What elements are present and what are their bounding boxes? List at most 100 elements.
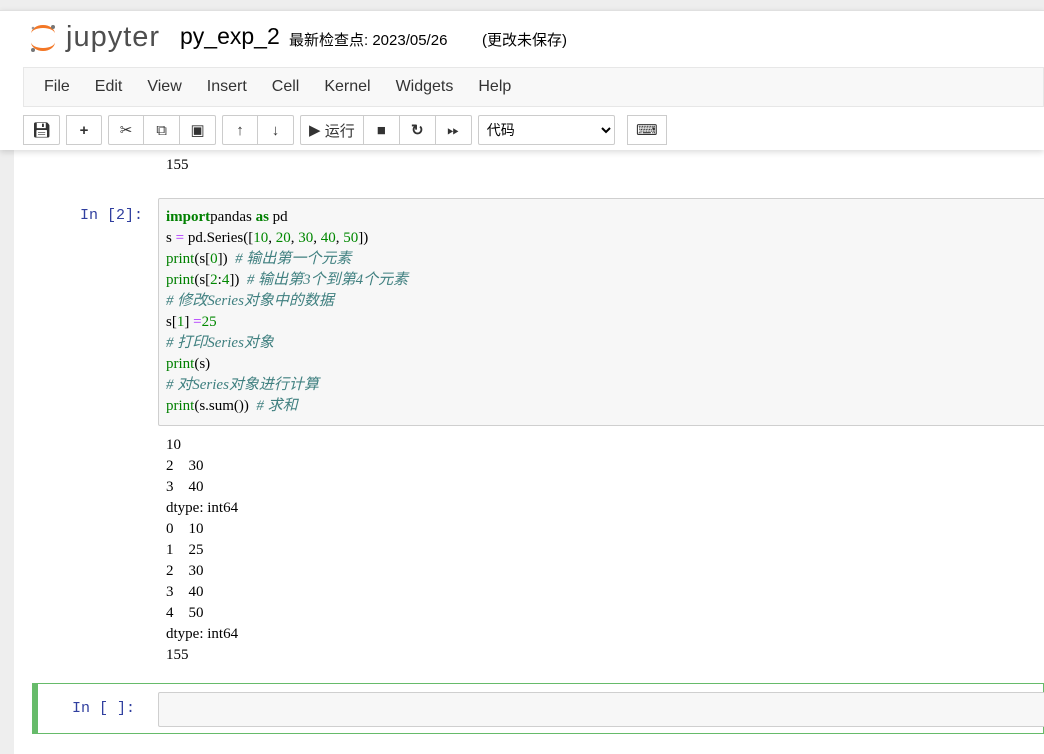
stop-icon: ■ [376,121,386,139]
code-token: , [313,230,321,246]
jupyter-logo-icon [28,23,58,53]
paste-button[interactable]: ▣ [180,115,217,145]
code-line: # 修改Series对象中的数据 [166,291,1040,312]
save-button[interactable]: 💾︎ [23,115,61,145]
notebook-name[interactable]: py_exp_2 [180,23,280,50]
output-line: 3 40 [166,479,204,495]
code-token: print [166,251,195,267]
copy-icon: ⧉ [156,121,167,139]
code-token: ]) [217,251,236,267]
menu-view[interactable]: View [135,68,193,106]
code-token: # 求和 [256,398,298,414]
code-token: ]) [229,272,247,288]
code-token: 10 [253,230,269,246]
menu-cell[interactable]: Cell [260,68,312,106]
output-line: dtype: int64 [166,500,239,516]
code-token: ]) [358,230,369,246]
scissors-icon: ✂ [119,122,133,139]
play-icon: ▶ [309,122,325,139]
command-palette-button[interactable]: ⌨ [626,115,667,145]
menu-insert[interactable]: Insert [195,68,259,106]
code-token: (s[ [194,251,211,267]
code-token: (s.sum()) [194,398,257,414]
save-icon: 💾︎ [32,122,52,139]
jupyter-logo[interactable]: jupyter [28,21,160,54]
code-line: print(s[2:4]) # 输出第3个到第4个元素 [166,270,1040,291]
menu-file[interactable]: File [32,68,82,106]
output-line: 4 50 [166,605,204,621]
interrupt-button[interactable]: ■ [363,115,400,145]
code-line: s = pd.Series([10, 20, 30, 40, 50]) [166,228,1040,249]
code-token: 2 [210,272,218,288]
restart-button[interactable]: ↻ [399,115,436,145]
move-up-button[interactable]: ↑ [222,115,259,145]
code-input[interactable]: importpandas as pd s = pd.Series([10, 20,… [158,198,1044,426]
code-line: print(s) [166,354,1040,375]
cell-prompt: In [ ]: [72,700,136,717]
output-line: 0 10 [166,521,204,537]
code-token: 25 [201,314,217,330]
copy-button[interactable]: ⧉ [144,115,181,145]
toolbar: 💾︎ + ✂ ⧉ ▣ ↑ ↓ ▶ 运行 ■ ↻ ⏩︎ 代码 ⌨ [23,114,667,146]
output-line: 2 30 [166,458,204,474]
code-token: 30 [298,230,314,246]
cell-type-select[interactable]: 代码 [477,115,615,145]
output-line: 155 [166,647,189,663]
code-line: print(s[0]) # 输出第一个元素 [166,249,1040,270]
output-line: dtype: int64 [166,626,239,642]
code-token: print [166,356,195,372]
autosave-status: (更改未保存) [482,32,567,49]
move-down-button[interactable]: ↓ [258,115,295,145]
run-button[interactable]: ▶ 运行 [300,115,364,145]
code-line: s[1] =25 [166,312,1040,333]
code-token: # 对Series对象进行计算 [166,377,319,393]
menu-kernel[interactable]: Kernel [312,68,382,106]
output-line: 2 30 [166,563,204,579]
arrow-up-icon: ↑ [236,121,244,139]
output-line: 3 40 [166,584,204,600]
keyboard-icon: ⌨ [635,122,658,139]
selected-cell[interactable]: In [ ]: [32,683,1044,734]
menu-edit[interactable]: Edit [83,68,135,106]
code-line: # 对Series对象进行计算 [166,375,1040,396]
menu-widgets[interactable]: Widgets [384,68,466,106]
code-token: # 输出第3个到第4个元素 [246,272,409,288]
plus-icon: + [79,121,89,139]
fast-forward-icon: ⏩︎ [447,121,460,139]
code-token: ] [184,314,194,330]
code-token: as [255,209,269,225]
code-token: (s) [194,356,211,372]
code-token: # 输出第一个元素 [235,251,352,267]
insert-cell-button[interactable]: + [66,115,103,145]
code-token: pd.Series([ [184,230,254,246]
code-line: # 打印Series对象 [166,333,1040,354]
header: jupyter py_exp_2 最新检查点: 2023/05/26 (更改未保… [0,10,1044,150]
code-token: # 修改Series对象中的数据 [166,293,334,309]
code-token: (s[ [194,272,211,288]
code-token: pd [268,209,288,225]
arrow-down-icon: ↓ [271,121,280,139]
cut-button[interactable]: ✂ [108,115,145,145]
code-line: importpandas as pd [166,207,1040,228]
code-token: 50 [343,230,359,246]
code-token: print [166,272,195,288]
code-token: 40 [320,230,336,246]
code-token: = [175,230,185,246]
restart-run-all-button[interactable]: ⏩︎ [435,115,472,145]
code-token: # 打印Series对象 [166,335,274,351]
run-label: 运行 [324,122,355,140]
checkpoint-status: 最新检查点: 2023/05/26 [289,32,448,49]
code-token: pandas [210,209,256,225]
code-token: s[ [166,314,177,330]
code-token: = [193,314,202,330]
output-line: 1 25 [166,542,204,558]
code-token: print [166,398,195,414]
cell-output: 10 2 30 3 40 dtype: int64 0 10 1 25 2 30 3 40 4 … [166,435,238,666]
menubar: File Edit View Insert Cell Kernel Widget… [23,67,1044,107]
cell-prompt: In [2]: [80,207,144,224]
menu-help[interactable]: Help [466,68,523,106]
code-token: s [166,230,176,246]
restart-icon: ↻ [410,122,424,139]
code-token: 0 [210,251,218,267]
code-input-empty[interactable] [158,692,1044,727]
